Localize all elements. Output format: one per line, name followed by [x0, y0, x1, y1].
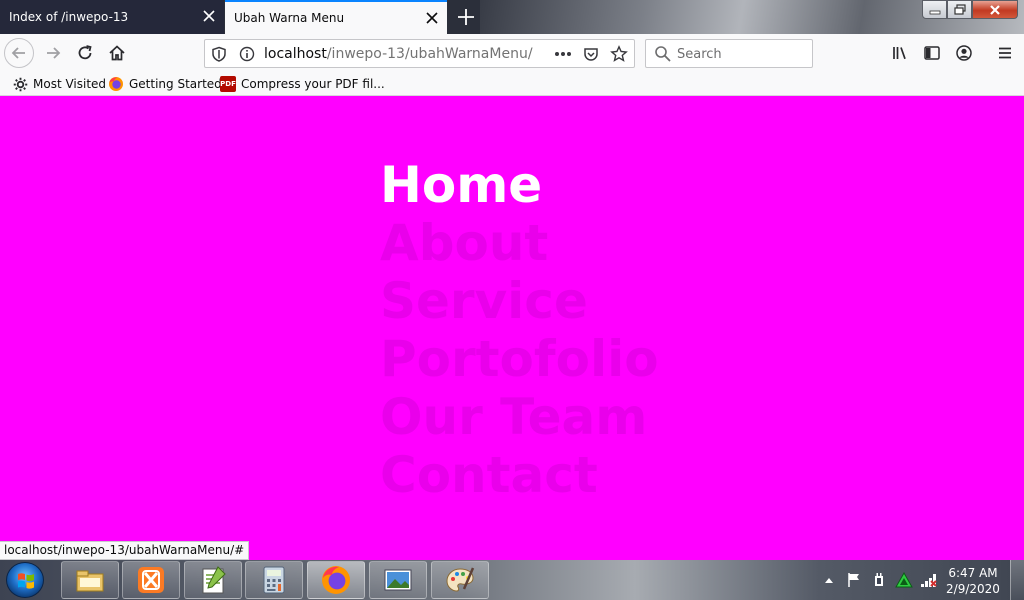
tracking-protection-shield-icon[interactable]	[210, 45, 228, 63]
window-controls	[922, 0, 1018, 19]
forward-button[interactable]	[40, 40, 66, 66]
bookmark-compress-pdf[interactable]: PDF Compress your PDF fil...	[220, 75, 385, 93]
close-icon[interactable]	[425, 11, 439, 25]
account-button[interactable]	[951, 40, 977, 66]
bookmark-getting-started[interactable]: Getting Started	[108, 75, 222, 93]
menu-item-service[interactable]: Service	[380, 272, 659, 330]
tab-title: Index of /inwepo-13	[9, 10, 129, 24]
menu-item-our-team[interactable]: Our Team	[380, 388, 659, 446]
window-close-button[interactable]	[972, 0, 1018, 19]
menu-item-home[interactable]: Home	[380, 156, 659, 214]
restore-button[interactable]	[947, 0, 972, 19]
windows-logo-icon	[18, 573, 34, 589]
search-input[interactable]: Search	[645, 39, 813, 68]
clock-date: 2/9/2020	[946, 582, 1000, 596]
bookmark-label: Compress your PDF fil...	[241, 77, 385, 91]
navigation-toolbar: localhost/inwepo-13/ubahWarnaMenu/ Searc…	[0, 34, 1024, 72]
new-tab-button[interactable]	[455, 6, 477, 28]
link-status-bar: localhost/inwepo-13/ubahWarnaMenu/#	[0, 541, 250, 560]
firefox-icon	[322, 566, 350, 594]
start-button[interactable]	[6, 562, 44, 598]
tab-title: Ubah Warna Menu	[234, 11, 345, 25]
bookmark-label: Most Visited	[33, 77, 107, 91]
minimize-icon	[929, 10, 940, 14]
search-icon	[654, 45, 672, 66]
pocket-icon[interactable]	[582, 45, 600, 63]
close-icon	[990, 4, 1000, 15]
taskbar-xampp[interactable]	[122, 561, 180, 599]
color-menu: Home About Service Portofolio Our Team C…	[380, 156, 659, 504]
home-icon	[109, 45, 125, 61]
action-center-flag-icon[interactable]	[843, 569, 865, 591]
antivirus-tray-icon[interactable]	[893, 569, 915, 591]
firefox-icon	[108, 76, 124, 92]
system-tray	[818, 560, 943, 600]
url-text[interactable]: localhost/inwepo-13/ubahWarnaMenu/	[264, 46, 533, 62]
info-icon[interactable]	[238, 45, 256, 63]
url-host: localhost	[264, 46, 327, 62]
library-icon	[893, 47, 906, 60]
hamburger-menu-icon	[999, 47, 1011, 59]
taskbar-paint[interactable]	[431, 561, 489, 599]
pdf-icon: PDF	[220, 76, 236, 92]
close-icon[interactable]	[202, 9, 216, 23]
plus-icon	[458, 9, 474, 25]
tab-index-of[interactable]: Index of /inwepo-13	[0, 0, 224, 34]
power-plug-icon[interactable]	[868, 569, 890, 591]
menu-item-contact[interactable]: Contact	[380, 446, 659, 504]
bookmarks-toolbar: Most Visited Getting Started PDF Compres…	[0, 72, 1024, 96]
tab-strip: Index of /inwepo-13 Ubah Warna Menu	[0, 0, 1024, 34]
restore-icon	[953, 4, 966, 15]
library-button[interactable]	[887, 40, 913, 66]
url-path: /inwepo-13/ubahWarnaMenu/	[326, 46, 533, 62]
network-signal-icon[interactable]	[918, 569, 940, 591]
page-content: Home About Service Portofolio Our Team C…	[0, 96, 1024, 560]
gear-icon	[12, 76, 28, 92]
bookmark-star-icon[interactable]	[610, 45, 628, 63]
show-hidden-icons-chevron-up-icon[interactable]	[818, 569, 840, 591]
calculator-icon	[263, 566, 285, 594]
notepad-plus-plus-icon	[202, 566, 226, 594]
reload-icon	[78, 45, 92, 60]
menu-item-portofolio[interactable]: Portofolio	[380, 330, 659, 388]
sidebar-icon	[924, 46, 940, 60]
xampp-icon	[138, 567, 164, 593]
show-desktop-button[interactable]	[1010, 560, 1024, 600]
paint-icon	[446, 567, 475, 592]
reload-button[interactable]	[72, 40, 98, 66]
page-actions-icon[interactable]	[554, 45, 572, 63]
file-explorer-icon	[76, 570, 104, 592]
back-button[interactable]	[4, 38, 34, 68]
minimize-button[interactable]	[922, 0, 947, 19]
taskbar-firefox[interactable]	[307, 561, 365, 599]
bookmark-most-visited[interactable]: Most Visited	[12, 75, 106, 93]
photo-viewer-icon	[384, 569, 412, 591]
clock-time: 6:47 AM	[948, 566, 998, 580]
sidebar-button[interactable]	[919, 40, 945, 66]
search-placeholder: Search	[677, 47, 722, 62]
taskbar-photo-viewer[interactable]	[369, 561, 427, 599]
windows-taskbar: 6:47 AM 2/9/2020	[0, 560, 1024, 600]
arrow-right-icon	[47, 47, 61, 59]
pdf-badge-text: PDF	[220, 80, 236, 88]
menu-item-about[interactable]: About	[380, 214, 659, 272]
arrow-left-icon	[11, 47, 25, 59]
taskbar-file-explorer[interactable]	[61, 561, 119, 599]
home-button[interactable]	[104, 40, 130, 66]
tab-ubah-warna-menu[interactable]: Ubah Warna Menu	[225, 0, 447, 34]
address-bar[interactable]: localhost/inwepo-13/ubahWarnaMenu/	[204, 39, 635, 68]
account-icon	[956, 45, 972, 61]
system-clock[interactable]: 6:47 AM 2/9/2020	[940, 565, 1006, 597]
taskbar-notepad-plus-plus[interactable]	[184, 561, 242, 599]
taskbar-calculator[interactable]	[245, 561, 303, 599]
menu-button[interactable]	[992, 40, 1018, 66]
bookmark-label: Getting Started	[129, 77, 222, 91]
